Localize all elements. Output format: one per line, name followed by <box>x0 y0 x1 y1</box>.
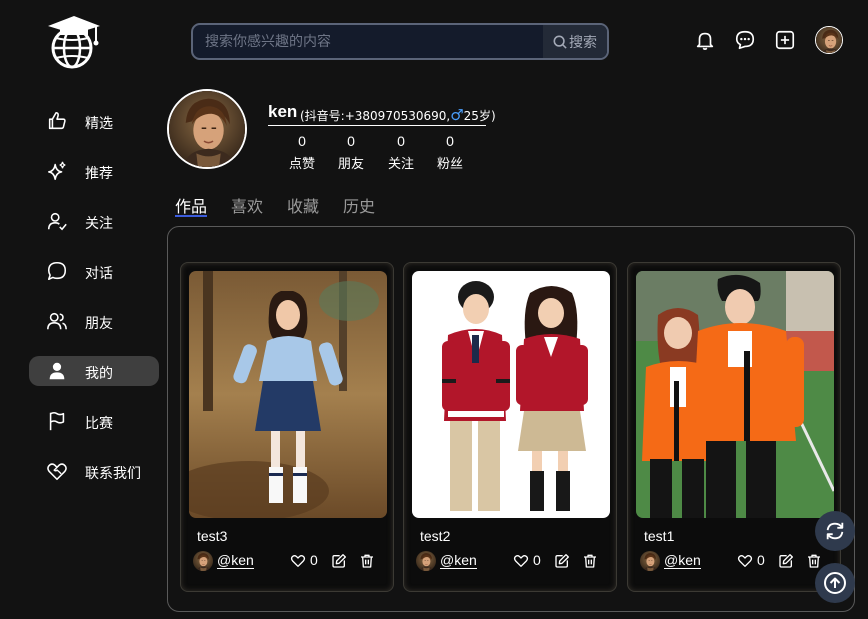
stat-fans[interactable]: 0 粉丝 <box>430 133 470 172</box>
handshake-heart-icon <box>47 463 67 481</box>
refresh-button[interactable] <box>815 511 855 551</box>
heart-icon[interactable] <box>290 553 306 569</box>
work-card[interactable]: test1 @ken 0 <box>627 262 841 592</box>
sidebar-item-label: 朋友 <box>85 316 113 332</box>
chat-icon[interactable] <box>734 29 756 51</box>
refresh-icon <box>826 522 844 540</box>
chat-bubble-icon <box>47 261 67 281</box>
sidebar-item-following[interactable]: 关注 <box>29 206 159 236</box>
heart-icon[interactable] <box>513 553 529 569</box>
profile-age: 25岁) <box>463 109 496 123</box>
work-footer: @ken 0 <box>193 549 383 573</box>
profile-avatar[interactable] <box>167 89 247 169</box>
stat-label: 关注 <box>387 157 414 172</box>
author-link[interactable]: @ken <box>440 552 477 569</box>
sidebar-item-conversation[interactable]: 对话 <box>29 256 159 286</box>
author-link[interactable]: @ken <box>217 552 254 569</box>
tab-works[interactable]: 作品 <box>175 193 207 217</box>
author-avatar[interactable] <box>193 551 213 571</box>
work-title[interactable]: test3 <box>197 528 227 544</box>
work-thumbnail[interactable] <box>636 271 834 518</box>
sidebar-item-label: 推荐 <box>85 166 113 182</box>
sidebar-item-recommend[interactable]: 推荐 <box>29 156 159 186</box>
user-solid-icon <box>49 362 65 380</box>
tab-favorites[interactable]: 收藏 <box>287 193 319 217</box>
sparkle-icon <box>47 161 66 181</box>
user-check-icon <box>47 212 67 231</box>
bell-icon[interactable] <box>694 29 716 51</box>
thumbs-up-icon <box>48 111 66 130</box>
sidebar-item-competition[interactable]: 比赛 <box>29 406 159 436</box>
plus-square-icon[interactable] <box>774 29 796 51</box>
trash-icon[interactable] <box>359 553 375 569</box>
sidebar-item-mine[interactable]: 我的 <box>29 356 159 386</box>
work-footer: @ken 0 <box>640 549 830 573</box>
work-card[interactable]: test3 @ken 0 <box>180 262 394 592</box>
user-avatar[interactable] <box>815 26 843 54</box>
stat-value: 0 <box>298 133 306 149</box>
stat-label: 朋友 <box>337 157 364 172</box>
work-title[interactable]: test1 <box>644 528 674 544</box>
tab-history[interactable]: 历史 <box>343 193 375 217</box>
sidebar-item-label: 联系我们 <box>85 466 141 482</box>
male-icon: ♂ <box>450 106 464 124</box>
scroll-top-icon <box>824 572 846 594</box>
stat-value: 0 <box>446 133 454 149</box>
scroll-top-button[interactable] <box>815 563 855 603</box>
search-input[interactable] <box>193 25 545 58</box>
edit-icon[interactable] <box>554 553 570 569</box>
like-count: 0 <box>310 552 318 568</box>
stat-following[interactable]: 0 关注 <box>381 133 421 172</box>
sidebar-item-friends[interactable]: 朋友 <box>29 306 159 336</box>
search-button[interactable]: 搜索 <box>543 25 607 58</box>
stat-value: 0 <box>347 133 355 149</box>
author-avatar[interactable] <box>416 551 436 571</box>
active-tab-indicator <box>175 215 207 217</box>
sidebar-item-label: 我的 <box>85 366 113 382</box>
graduation-globe-logo[interactable] <box>44 12 104 70</box>
sidebar-item-featured[interactable]: 精选 <box>29 106 159 136</box>
stat-value: 0 <box>397 133 405 149</box>
profile-meta: (抖音号:+380970530690,♂25岁) <box>300 106 496 124</box>
sidebar-item-contact[interactable]: 联系我们 <box>29 456 159 486</box>
sidebar-item-label: 比赛 <box>85 416 113 432</box>
trash-icon[interactable] <box>806 553 822 569</box>
work-title[interactable]: test2 <box>420 528 450 544</box>
profile-name: ken <box>268 102 298 121</box>
author-link[interactable]: @ken <box>664 552 701 569</box>
work-footer: @ken 0 <box>416 549 606 573</box>
stat-label: 粉丝 <box>436 157 463 172</box>
sidebar-item-label: 关注 <box>85 216 113 232</box>
work-thumbnail[interactable] <box>412 271 610 518</box>
profile-account-id: (抖音号:+380970530690, <box>300 109 451 123</box>
trash-icon[interactable] <box>582 553 598 569</box>
author-avatar[interactable] <box>640 551 660 571</box>
tab-likes[interactable]: 喜欢 <box>231 193 263 217</box>
like-count: 0 <box>533 552 541 568</box>
users-icon <box>47 312 67 330</box>
edit-icon[interactable] <box>778 553 794 569</box>
stat-friends[interactable]: 0 朋友 <box>331 133 371 172</box>
flag-icon <box>49 411 65 431</box>
work-thumbnail[interactable] <box>189 271 387 518</box>
like-count: 0 <box>757 552 765 568</box>
sidebar-item-label: 精选 <box>85 116 113 132</box>
edit-icon[interactable] <box>331 553 347 569</box>
stat-label: 点赞 <box>288 157 315 172</box>
stat-likes[interactable]: 0 点赞 <box>282 133 322 172</box>
search-bar: 搜索 <box>191 23 609 60</box>
search-icon <box>553 35 567 49</box>
work-card[interactable]: test2 @ken 0 <box>403 262 617 592</box>
profile-divider <box>268 125 486 126</box>
heart-icon[interactable] <box>737 553 753 569</box>
search-button-label: 搜索 <box>569 34 597 51</box>
sidebar-item-label: 对话 <box>85 266 113 282</box>
